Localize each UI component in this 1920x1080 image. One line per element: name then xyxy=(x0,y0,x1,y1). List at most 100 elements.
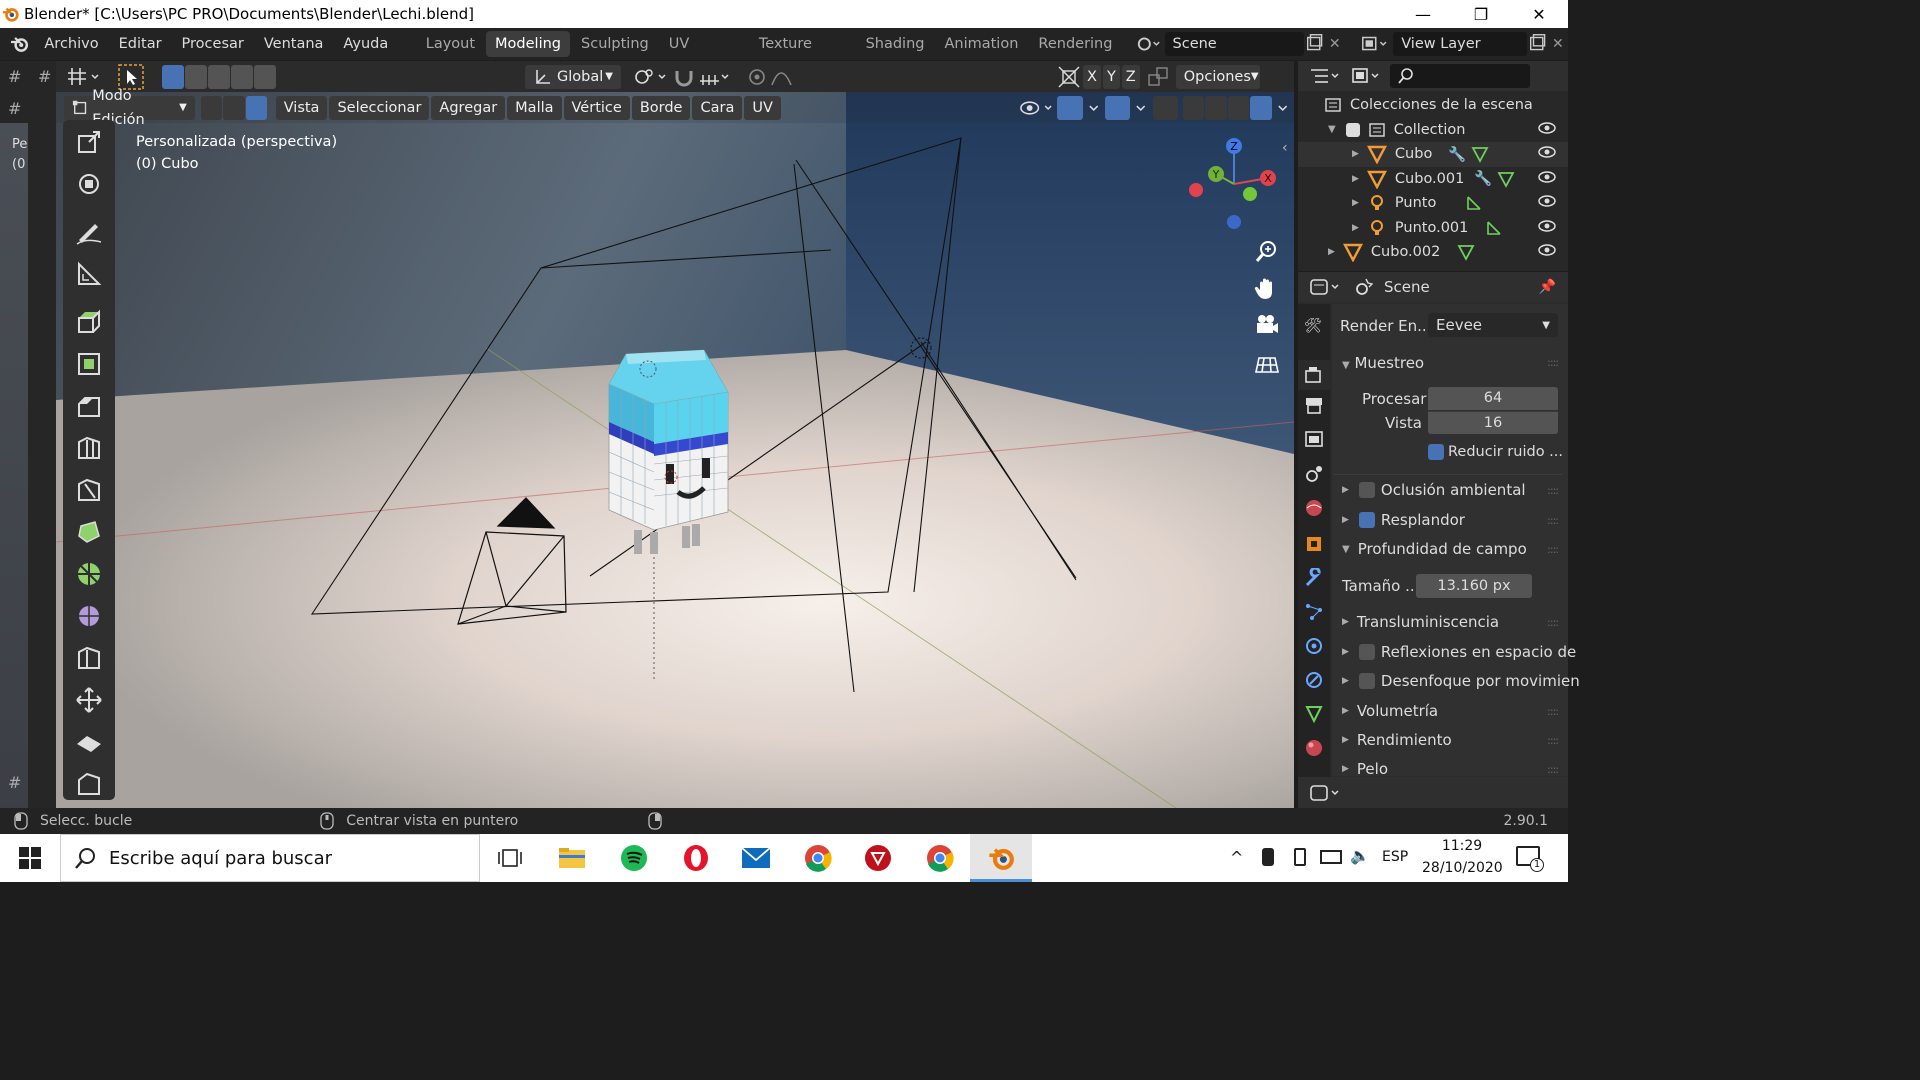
mesh-data-icon[interactable] xyxy=(1470,145,1490,164)
menu-agregar[interactable]: Agregar xyxy=(431,95,506,120)
tab-animation[interactable]: Animation xyxy=(935,31,1027,57)
left-mini-viewport[interactable] xyxy=(0,123,28,823)
hair-panel-header[interactable]: ▶ Pelo xyxy=(1342,760,1388,778)
mirror-axes-icon[interactable] xyxy=(1057,65,1081,89)
view-layer-icon[interactable] xyxy=(1360,33,1392,55)
editor-type-icon-2[interactable]: # xyxy=(38,67,51,86)
tab-shading[interactable]: Shading xyxy=(857,31,934,57)
overlays-toggle-icon[interactable] xyxy=(1105,95,1131,120)
volume-icon[interactable]: 🔈 xyxy=(1350,846,1370,865)
sidebar-toggle-icon[interactable]: ‹ xyxy=(1282,140,1288,156)
panel-drag-handle[interactable]: :::: xyxy=(1547,356,1559,369)
chrome-icon[interactable] xyxy=(802,842,834,874)
constraints-tab-icon[interactable] xyxy=(1304,670,1324,694)
editor-type-icon-3[interactable]: # xyxy=(8,99,21,118)
tab-uv-editing[interactable]: UV Editing xyxy=(660,31,748,78)
menu-vista[interactable]: Vista xyxy=(275,95,328,120)
eye-icon[interactable] xyxy=(1538,121,1556,139)
eye-icon[interactable] xyxy=(1538,194,1556,212)
physics-tab-icon[interactable] xyxy=(1304,636,1324,660)
expand-right-icon[interactable]: ▶ xyxy=(1352,149,1359,159)
taskbar-search-input[interactable]: Escribe aquí para buscar xyxy=(60,834,480,882)
expand-right-icon[interactable]: ▶ xyxy=(1328,247,1335,257)
expand-right-icon[interactable]: ▶ xyxy=(1352,174,1359,184)
mirror-z-toggle[interactable]: Z xyxy=(1121,64,1140,89)
scene-icon[interactable] xyxy=(1136,33,1161,55)
menu-vertice[interactable]: Vértice xyxy=(563,95,630,120)
proportional-edit-icon[interactable] xyxy=(745,65,769,89)
shear-tool-icon[interactable] xyxy=(67,722,111,762)
tab-texture-paint[interactable]: Texture Paint xyxy=(750,31,855,78)
gizmo-toggle-icon[interactable] xyxy=(1057,95,1083,120)
ao-panel-header[interactable]: ▶ Oclusión ambiental xyxy=(1342,481,1526,499)
motion-blur-panel-header[interactable]: ▶ Desenfoque por movimien xyxy=(1342,672,1580,690)
volumetrics-panel-header[interactable]: ▶ Volumetría xyxy=(1342,702,1438,720)
inset-tool-icon[interactable] xyxy=(67,344,111,384)
show-hidden-icons-icon[interactable]: ^ xyxy=(1230,848,1243,867)
viewport-scene[interactable] xyxy=(56,92,1294,808)
light-data-icon[interactable] xyxy=(1484,219,1504,237)
eye-icon[interactable] xyxy=(1538,219,1556,237)
panel-drag-handle[interactable]: :::: xyxy=(1547,484,1559,497)
menu-procesar[interactable]: Procesar xyxy=(172,28,254,60)
outliner-item-cubo[interactable]: ▶ Cubo 🔧 xyxy=(1298,142,1568,167)
expand-down-icon[interactable]: ▼ xyxy=(1328,124,1336,135)
ssr-checkbox[interactable] xyxy=(1358,644,1375,660)
performance-panel-header[interactable]: ▶ Rendimiento xyxy=(1342,731,1452,749)
select-mode-extend-icon[interactable] xyxy=(185,64,207,89)
overlays-options-icon[interactable] xyxy=(1131,96,1152,120)
scene-tab-icon[interactable] xyxy=(1304,464,1324,488)
sss-panel-header[interactable]: ▶ Transluminiscencia xyxy=(1342,613,1499,631)
edge-select-icon[interactable] xyxy=(223,95,245,120)
game-app-icon[interactable] xyxy=(862,842,894,874)
camera-view-icon[interactable] xyxy=(1254,312,1280,338)
menu-editar[interactable]: Editar xyxy=(109,28,172,60)
scene-name-field[interactable]: Scene xyxy=(1164,32,1305,56)
output-tab-icon[interactable] xyxy=(1304,396,1324,418)
mirror-x-toggle[interactable]: X xyxy=(1083,64,1101,89)
menu-archivo[interactable]: Archivo xyxy=(34,28,108,60)
annotate-tool-icon[interactable] xyxy=(67,212,111,252)
bloom-checkbox[interactable] xyxy=(1358,512,1375,528)
opera-icon[interactable] xyxy=(680,842,712,874)
pan-hand-icon[interactable] xyxy=(1254,276,1280,302)
panel-drag-handle[interactable]: :::: xyxy=(1547,705,1559,718)
pivot-point-icon[interactable] xyxy=(631,65,671,89)
outliner-editor-type-icon[interactable] xyxy=(1308,65,1342,87)
network-icon[interactable] xyxy=(1320,850,1342,864)
world-tab-icon[interactable] xyxy=(1304,498,1324,522)
motion-blur-checkbox[interactable] xyxy=(1358,673,1375,689)
material-tab-icon[interactable] xyxy=(1304,738,1324,762)
rip-tool-icon[interactable] xyxy=(67,764,111,804)
outliner-search-input[interactable] xyxy=(1390,64,1530,88)
panel-drag-handle[interactable]: :::: xyxy=(1547,543,1559,556)
falloff-icon[interactable] xyxy=(769,65,803,89)
loop-cut-tool-icon[interactable] xyxy=(67,428,111,468)
sampling-panel-header[interactable]: ▼ Muestreo xyxy=(1342,354,1424,372)
options-dropdown[interactable]: Opciones ▼ xyxy=(1175,64,1260,89)
mesh-data-icon[interactable] xyxy=(1496,170,1516,188)
menu-cara[interactable]: Cara xyxy=(692,95,743,120)
mirror-y-toggle[interactable]: Y xyxy=(1102,64,1120,89)
delete-scene-icon[interactable]: ✕ xyxy=(1324,36,1344,52)
mail-icon[interactable] xyxy=(740,842,772,874)
bevel-tool-icon[interactable] xyxy=(67,386,111,426)
scale-tool-icon[interactable] xyxy=(67,122,111,162)
outliner-root[interactable]: Colecciones de la escena xyxy=(1298,93,1568,118)
collection-checkbox[interactable] xyxy=(1345,122,1360,137)
select-mode-intersect-icon[interactable] xyxy=(254,64,276,89)
ssr-panel-header[interactable]: ▶ Reflexiones en espacio de xyxy=(1342,643,1576,661)
object-tab-icon[interactable] xyxy=(1304,534,1324,558)
windows-start-icon[interactable] xyxy=(14,842,46,874)
navigation-gizmo[interactable]: X Y Z xyxy=(1186,132,1276,232)
mesh-data-icon[interactable] xyxy=(1456,243,1476,262)
display-mode-icon[interactable] xyxy=(1350,65,1384,87)
snap-increment-icon[interactable] xyxy=(697,65,731,89)
expand-right-icon[interactable]: ▶ xyxy=(1352,223,1359,233)
spin-tool-icon[interactable] xyxy=(67,554,111,594)
bloom-panel-header[interactable]: ▶ Resplandor xyxy=(1342,511,1465,529)
task-view-icon[interactable] xyxy=(494,842,526,874)
zoom-icon[interactable] xyxy=(1254,238,1280,264)
eye-icon[interactable] xyxy=(1538,145,1556,163)
close-button[interactable]: ✕ xyxy=(1510,0,1568,28)
